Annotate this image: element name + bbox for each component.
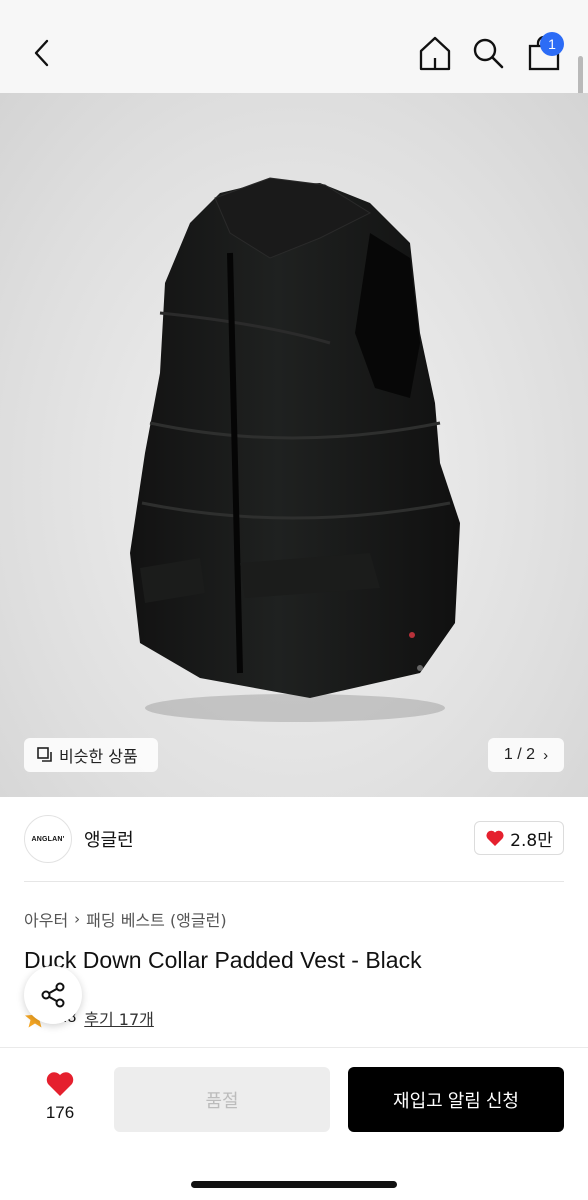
wishlist-button[interactable]: 176: [30, 1070, 90, 1130]
restock-alert-button[interactable]: 재입고 알림 신청: [348, 1067, 564, 1132]
image-pager-count: 1 / 2: [503, 746, 536, 763]
breadcrumb: 아우터 › 패딩 베스트 (앵글런): [24, 907, 227, 931]
product-image-gallery[interactable]: [0, 93, 588, 797]
breadcrumb-item-subcategory[interactable]: 패딩 베스트 (앵글런): [86, 907, 226, 931]
breadcrumb-item-category[interactable]: 아우터: [24, 907, 68, 931]
top-navigation-bar: 1: [0, 0, 588, 93]
chevron-left-icon[interactable]: [28, 36, 56, 70]
bottom-action-bar: 176 품절 재입고 알림 신청: [0, 1047, 588, 1200]
brand-logo[interactable]: ANGLAN': [24, 815, 72, 863]
brand-name[interactable]: 앵글런: [84, 826, 134, 852]
similar-products-label: 비슷한 상품: [59, 747, 138, 766]
chevron-right-icon: ›: [74, 910, 81, 928]
home-indicator: [191, 1181, 397, 1188]
brand-like-count: 2.8만: [510, 830, 553, 851]
share-icon: [41, 982, 65, 1008]
product-title: Duck Down Collar Padded Vest - Black: [24, 947, 422, 973]
heart-icon: [46, 1072, 74, 1096]
copy-icon: [37, 747, 52, 762]
home-icon[interactable]: [417, 34, 453, 72]
review-count-link[interactable]: 후기 17개: [84, 1006, 154, 1030]
brand-like-button[interactable]: 2.8만: [474, 821, 564, 855]
heart-icon: [486, 830, 504, 846]
product-image-vest: [130, 177, 460, 722]
similar-products-button[interactable]: 비슷한 상품: [24, 738, 158, 772]
image-pager[interactable]: 1 / 2 ›: [488, 738, 564, 772]
divider: [24, 881, 564, 882]
share-button[interactable]: [24, 966, 82, 1024]
soldout-button: 품절: [114, 1067, 330, 1132]
cart-count-badge: 1: [540, 32, 564, 56]
brand-row: ANGLAN' 앵글런 2.8만: [0, 797, 588, 883]
wishlist-count: 176: [45, 1103, 75, 1122]
chevron-right-icon: ›: [543, 746, 549, 764]
search-icon[interactable]: [471, 36, 505, 70]
